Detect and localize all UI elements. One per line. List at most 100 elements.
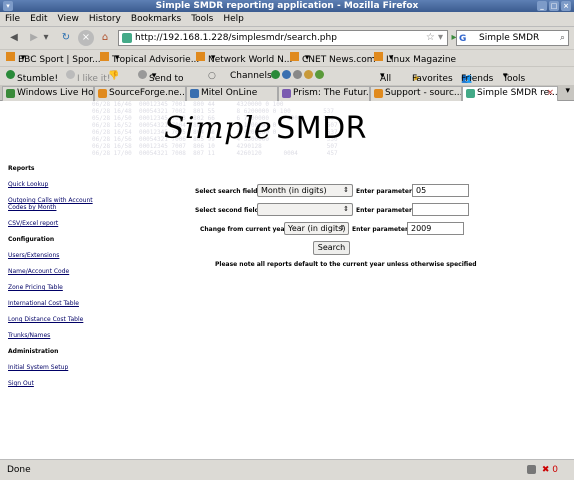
reload-icon[interactable]: ↻	[58, 30, 74, 46]
menu-edit[interactable]: Edit	[25, 12, 52, 27]
parameter-input-3[interactable]: 2009	[407, 222, 464, 235]
tab-support-sourceforge[interactable]: Support - sourc...	[370, 86, 462, 101]
menu-history[interactable]: History	[84, 12, 126, 27]
tools-button[interactable]: Tools ▾	[503, 70, 525, 84]
maximize-icon[interactable]: □	[549, 1, 559, 11]
window-menu-icon[interactable]: ▾	[3, 1, 13, 11]
forward-icon[interactable]: ▶	[26, 30, 42, 46]
menu-file[interactable]: File	[0, 12, 25, 27]
channels-label: Channels:	[230, 71, 275, 81]
parameter-input-1[interactable]: 05	[412, 184, 469, 197]
close-icon[interactable]: ×	[561, 1, 571, 11]
link-quick-lookup[interactable]: Quick Lookup	[8, 181, 103, 188]
enter-parameter-label: Enter parameter:	[356, 207, 415, 214]
rss-feed-icon	[290, 52, 299, 61]
configuration-heading: Configuration	[8, 236, 55, 243]
bookmark-star-icon[interactable]: ☆ ▾	[426, 31, 443, 45]
tab-simple-smdr[interactable]: Simple SMDR re... ×	[462, 86, 558, 101]
tab-windows-live[interactable]: Windows Live Ho...	[2, 86, 94, 101]
channel-icons[interactable]	[271, 70, 326, 83]
menu-bookmarks[interactable]: Bookmarks	[126, 12, 186, 27]
status-bar: Done ✖ 0	[0, 459, 574, 480]
link-initial-system-setup[interactable]: Initial System Setup	[8, 364, 103, 371]
tab-favicon-icon	[374, 89, 383, 98]
rss-feed-icon	[6, 52, 15, 61]
search-magnifier-icon[interactable]: ⌕	[560, 31, 565, 45]
bookmark-linux-magazine[interactable]: Linux Magazine ▾	[374, 52, 456, 65]
link-zone-pricing-table[interactable]: Zone Pricing Table	[8, 284, 103, 291]
link-users-extensions[interactable]: Users/Extensions	[8, 252, 103, 259]
link-sign-out[interactable]: Sign Out	[8, 380, 103, 387]
thumbs-up-icon	[66, 70, 75, 79]
search-bar[interactable]: G Simple SMDR ⌕	[456, 30, 569, 46]
stop-icon[interactable]: ×	[78, 30, 94, 46]
i-like-it-button[interactable]: I like it!	[66, 70, 110, 84]
logo-simple-text: Simple	[164, 111, 273, 146]
bookmark-cnet-news[interactable]: CNET News.com ▾	[290, 52, 375, 65]
stumbleupon-icon	[6, 70, 15, 79]
parameter-input-2[interactable]	[412, 203, 469, 216]
tab-favicon-icon	[466, 89, 475, 98]
enter-parameter-label: Enter parameter:	[356, 188, 415, 195]
link-name-account-code[interactable]: Name/Account Code	[8, 268, 103, 275]
app-logo: Simple SMDR	[164, 111, 367, 146]
search-button[interactable]: Search	[313, 241, 350, 255]
send-to-button[interactable]: Send to ▾	[138, 70, 184, 84]
administration-heading: Administration	[8, 348, 59, 355]
select-arrows-icon: ⇕	[339, 224, 345, 232]
second-field-select[interactable]: ⇕	[257, 203, 353, 216]
bookmarks-toolbar: BBC Sport | Spor... ▾ Tropical Advisorie…	[0, 49, 574, 66]
channels-all-button[interactable]: All ▾	[380, 70, 391, 84]
link-trunks-names[interactable]: Trunks/Names	[8, 332, 103, 339]
google-search-icon[interactable]: G	[459, 32, 466, 46]
back-icon[interactable]: ◀	[6, 30, 22, 46]
bookmark-network-world[interactable]: Network World N... ▾	[196, 52, 292, 65]
search-text: Simple SMDR	[479, 33, 540, 43]
stumbleupon-toolbar: Stumble! I like it! 👎 Send to ▾ ○ Channe…	[0, 66, 574, 85]
thumbs-down-icon[interactable]: 👎	[108, 70, 119, 83]
home-icon[interactable]: ⌂	[97, 30, 113, 46]
url-bar[interactable]: http://192.168.1.228/simplesmdr/search.p…	[118, 30, 448, 46]
window-titlebar: ▾ Simple SMDR reporting application - Mo…	[0, 0, 574, 12]
tab-mitel-online[interactable]: Mitel OnLine	[186, 86, 278, 101]
history-dropdown-icon[interactable]: ▾	[42, 30, 50, 46]
menu-view[interactable]: View	[53, 12, 84, 27]
error-count[interactable]: ✖ 0	[542, 460, 558, 480]
link-long-distance-cost-table[interactable]: Long Distance Cost Table	[8, 316, 103, 323]
select-arrows-icon: ⇕	[343, 186, 349, 194]
link-international-cost-table[interactable]: International Cost Table	[8, 300, 103, 307]
tab-sourceforge[interactable]: SourceForge.ne...	[94, 86, 186, 101]
tab-favicon-icon	[190, 89, 199, 98]
status-text: Done	[7, 465, 31, 475]
tab-prism[interactable]: Prism: The Futur...	[278, 86, 370, 101]
window-title: Simple SMDR reporting application - Mozi…	[155, 1, 419, 11]
year-field-select[interactable]: Year (in digits) ⇕	[284, 222, 349, 235]
search-field-select[interactable]: Month (in digits) ⇕	[257, 184, 353, 197]
minimize-icon[interactable]: _	[537, 1, 547, 11]
menu-help[interactable]: Help	[218, 12, 249, 27]
comment-icon[interactable]: ○	[208, 70, 216, 83]
year-change-label: Change from current year:	[200, 226, 290, 233]
select-arrows-icon: ⇕	[343, 205, 349, 213]
second-field-label: Select second field:	[195, 207, 262, 214]
enter-parameter-label: Enter parameter:	[352, 226, 411, 233]
bookmark-bbc-sport[interactable]: BBC Sport | Spor... ▾	[6, 52, 101, 65]
link-csv-excel-report[interactable]: CSV/Excel report	[8, 220, 103, 227]
url-text: http://192.168.1.228/simplesmdr/search.p…	[135, 33, 337, 43]
tab-favicon-icon	[98, 89, 107, 98]
menu-bar: File Edit View History Bookmarks Tools Help	[0, 12, 574, 27]
rss-feed-icon	[100, 52, 109, 61]
tab-favicon-icon	[6, 89, 15, 98]
tab-list-icon[interactable]: ▾	[565, 86, 570, 96]
bookmark-tropical-advisories[interactable]: Tropical Advisorie... ▾	[100, 52, 199, 65]
link-outgoing-calls[interactable]: Outgoing Calls with Account Codes by Mon…	[8, 197, 103, 211]
rss-feed-icon	[374, 52, 383, 61]
page-content: 06/28 16/46 00012345 7001 800 44 4320000…	[0, 101, 574, 459]
reports-heading: Reports	[8, 165, 35, 172]
tab-close-icon[interactable]: ×	[546, 87, 554, 100]
extension-icon[interactable]	[527, 465, 536, 474]
default-year-note: Please note all reports default to the c…	[215, 261, 477, 268]
menu-tools[interactable]: Tools	[186, 12, 218, 27]
stumble-button[interactable]: Stumble!	[6, 70, 58, 84]
site-favicon-icon	[122, 33, 132, 43]
